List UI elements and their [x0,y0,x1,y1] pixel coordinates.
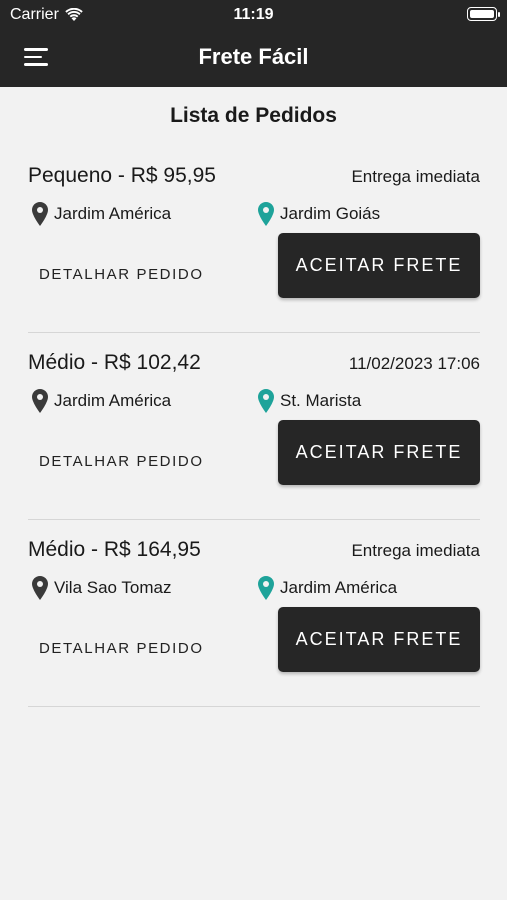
order-delivery-info: Entrega imediata [351,541,480,560]
order-card: Médio - R$ 102,42 11/02/2023 17:06 Jardi… [28,333,480,520]
map-pin-icon [258,389,274,413]
destination-label: Jardim Goiás [280,204,381,223]
map-pin-icon [258,576,274,600]
map-pin-icon [258,202,274,226]
app-header: Carrier 11:19 Frete Fácil [0,0,507,87]
accept-freight-button[interactable]: ACEITAR FRETE [278,420,480,485]
status-time: 11:19 [233,6,274,23]
destination-label: Jardim América [280,578,398,597]
accept-freight-button[interactable]: ACEITAR FRETE [278,607,480,672]
detail-order-button[interactable]: DETALHAR PEDIDO [28,441,228,481]
order-card: Médio - R$ 164,95 Entrega imediata Vila … [28,520,480,707]
destination-label: St. Marista [280,391,362,410]
detail-order-button[interactable]: DETALHAR PEDIDO [28,254,228,294]
origin-location: Vila Sao Tomaz [32,576,172,600]
destination-location: Jardim América [258,576,397,600]
order-delivery-info: 11/02/2023 17:06 [348,354,480,373]
app-title: Frete Fácil [198,44,309,69]
map-pin-icon [32,389,48,413]
origin-location: Jardim América [32,389,171,413]
accept-freight-button[interactable]: ACEITAR FRETE [278,233,480,298]
order-card: Pequeno - R$ 95,95 Entrega imediata Jard… [28,146,480,333]
order-title: Pequeno - R$ 95,95 [28,164,216,187]
map-pin-icon [32,576,48,600]
origin-label: Jardim América [54,391,172,410]
page-title: Lista de Pedidos [170,104,337,127]
status-bar: Carrier 11:19 [0,0,507,30]
origin-label: Vila Sao Tomaz [54,578,172,597]
order-delivery-info: Entrega imediata [351,167,480,186]
origin-label: Jardim América [54,204,172,223]
map-pin-icon [32,202,48,226]
battery-icon [467,7,500,21]
order-title: Médio - R$ 164,95 [28,538,201,561]
detail-order-button[interactable]: DETALHAR PEDIDO [28,628,228,668]
origin-location: Jardim América [32,202,171,226]
destination-location: St. Marista [258,389,361,413]
divider [28,706,480,707]
order-title: Médio - R$ 102,42 [28,351,201,374]
destination-location: Jardim Goiás [258,202,380,226]
